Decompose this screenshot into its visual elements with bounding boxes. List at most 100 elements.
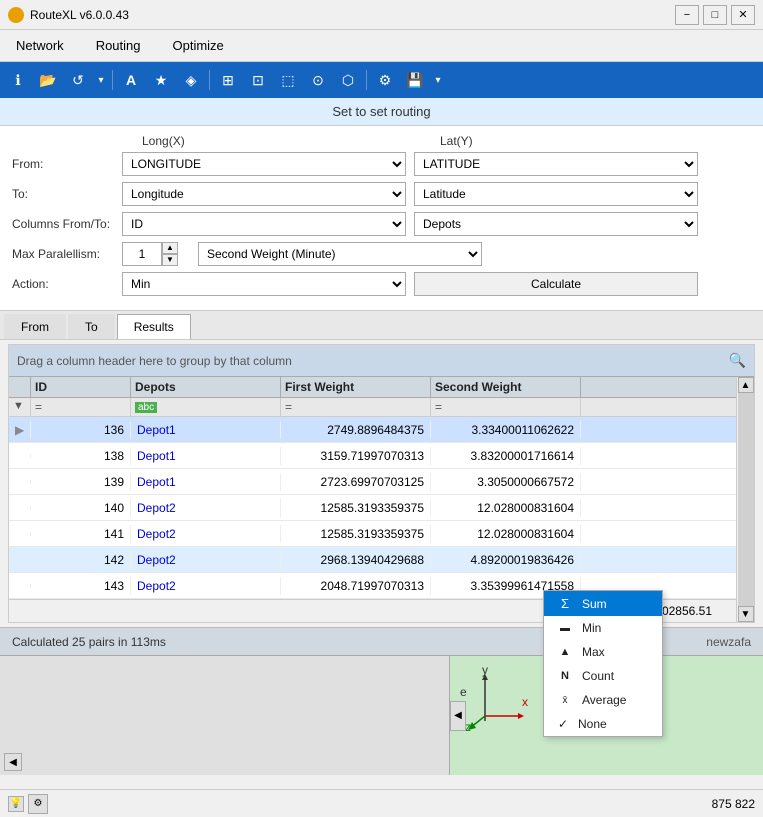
row-expand-3 — [9, 480, 31, 484]
table-row[interactable]: 142 Depot2 2968.13940429688 4.8920001983… — [9, 547, 736, 573]
toolbar-refresh[interactable]: ↺ — [64, 66, 92, 94]
maximize-button[interactable]: □ — [703, 5, 727, 25]
toolbar-circle[interactable]: ⊙ — [304, 66, 332, 94]
context-count-label: Count — [582, 669, 614, 683]
col-depots-header[interactable]: Depots — [131, 377, 281, 397]
data-grid: ID Depots First Weight Second Weight ▼ =… — [9, 377, 736, 622]
toolbar-info[interactable]: ℹ — [4, 66, 32, 94]
menu-routing[interactable]: Routing — [80, 30, 157, 61]
grid-scrollbar[interactable]: ▲ ▼ — [736, 377, 754, 622]
col-sw-header[interactable]: Second Weight — [431, 377, 581, 397]
cell-id-4: 140 — [31, 499, 131, 517]
columns-row: Columns From/To: ID Depots — [12, 212, 751, 236]
table-row[interactable]: 138 Depot1 3159.71997070313 3.8320000171… — [9, 443, 736, 469]
grid-body: ▶ 136 Depot1 2749.8896484375 3.334000110… — [9, 417, 736, 599]
title-bar: RouteXL v6.0.0.43 − □ ✕ — [0, 0, 763, 30]
cell-id-2: 138 — [31, 447, 131, 465]
spinbox-up[interactable]: ▲ — [162, 242, 178, 254]
coord-display: 875 822 — [712, 797, 755, 811]
context-menu-min[interactable]: ▬ Min — [544, 616, 662, 640]
context-min-label: Min — [582, 621, 601, 635]
table-row[interactable]: ▶ 136 Depot1 2749.8896484375 3.334000110… — [9, 417, 736, 443]
minimize-button[interactable]: − — [675, 5, 699, 25]
toolbar-shape[interactable]: ◈ — [177, 66, 205, 94]
from-row: From: LONGITUDE LATITUDE — [12, 152, 751, 176]
expand-left-btn[interactable]: ◀ — [450, 701, 466, 731]
context-menu-none[interactable]: ✓ None — [544, 712, 662, 736]
menu-network[interactable]: Network — [0, 30, 80, 61]
search-icon[interactable]: 🔍 — [729, 352, 746, 369]
laty-header: Lat(Y) — [440, 134, 473, 148]
row-expand-5 — [9, 532, 31, 536]
section-header: Set to set routing — [0, 98, 763, 126]
lightbulb-btn[interactable]: 💡 — [8, 796, 24, 812]
col-fromto-x-select[interactable]: ID — [122, 212, 406, 236]
scroll-down-btn[interactable]: ▼ — [738, 606, 754, 622]
from-longx-select[interactable]: LONGITUDE — [122, 152, 406, 176]
to-longx-select[interactable]: Longitude — [122, 182, 406, 206]
context-menu-count[interactable]: N Count — [544, 664, 662, 688]
to-row: To: Longitude Latitude — [12, 182, 751, 206]
col-fw-header[interactable]: First Weight — [281, 377, 431, 397]
toolbar-a[interactable]: A — [117, 66, 145, 94]
cell-fw-7: 2048.71997070313 — [281, 577, 431, 595]
second-weight-select[interactable]: Second Weight (Minute) — [198, 242, 482, 266]
toolbar-box[interactable]: ⬚ — [274, 66, 302, 94]
coordinate-axes: e y x z — [460, 666, 540, 739]
tab-to[interactable]: To — [68, 314, 115, 339]
cell-depots-4: Depot2 — [131, 499, 281, 517]
context-menu-average[interactable]: x̄ Average — [544, 688, 662, 712]
toolbar-settings[interactable]: ⚙ — [371, 66, 399, 94]
cell-sw-2: 3.83200001716614 — [431, 447, 581, 465]
spinbox-down[interactable]: ▼ — [162, 254, 178, 266]
row-expand-2 — [9, 454, 31, 458]
menu-optimize[interactable]: Optimize — [157, 30, 240, 61]
filter-fw-symbol: = — [285, 400, 292, 414]
cell-sw-3: 3.3050000667572 — [431, 473, 581, 491]
toolbar-save-dd[interactable]: ▾ — [431, 66, 445, 94]
cell-depots-7: Depot2 — [131, 577, 281, 595]
max-par-spinbox: 1 ▲ ▼ — [122, 242, 178, 266]
close-button[interactable]: ✕ — [731, 5, 755, 25]
context-menu-sum[interactable]: Σ Sum — [544, 591, 662, 616]
context-menu-max[interactable]: ▲ Max — [544, 640, 662, 664]
table-row[interactable]: 140 Depot2 12585.3193359375 12.028000831… — [9, 495, 736, 521]
scroll-track[interactable] — [738, 393, 754, 606]
toolbar-open[interactable]: 📂 — [34, 66, 62, 94]
col-fromto-y-select[interactable]: Depots — [414, 212, 698, 236]
settings-btn2[interactable]: ⚙ — [28, 794, 48, 814]
tab-results[interactable]: Results — [117, 314, 191, 339]
toolbar-refresh-dd[interactable]: ▾ — [94, 66, 108, 94]
col-id-header[interactable]: ID — [31, 377, 131, 397]
toolbar-grid2[interactable]: ⊡ — [244, 66, 272, 94]
tab-from[interactable]: From — [4, 314, 66, 339]
scroll-up-btn[interactable]: ▲ — [738, 377, 754, 393]
to-laty-select[interactable]: Latitude — [414, 182, 698, 206]
toolbar-sep1 — [112, 70, 113, 90]
nav-left-btn[interactable]: ◀ — [4, 753, 22, 771]
avg-icon: x̄ — [556, 695, 574, 706]
toolbar-grid[interactable]: ⊞ — [214, 66, 242, 94]
cell-id-6: 142 — [31, 551, 131, 569]
row-expand-1[interactable]: ▶ — [9, 421, 31, 439]
filter-expand-cell[interactable]: ▼ — [9, 398, 31, 416]
app-title: RouteXL v6.0.0.43 — [30, 8, 675, 22]
from-laty-select[interactable]: LATITUDE — [414, 152, 698, 176]
table-row[interactable]: 139 Depot1 2723.69970703125 3.3050000667… — [9, 469, 736, 495]
cell-id-7: 143 — [31, 577, 131, 595]
toolbar-save[interactable]: 💾 — [401, 66, 429, 94]
cell-id-5: 141 — [31, 525, 131, 543]
toolbar-star[interactable]: ★ — [147, 66, 175, 94]
grid-group-header: Drag a column header here to group by th… — [9, 345, 754, 377]
toolbar-route[interactable]: ⬡ — [334, 66, 362, 94]
context-menu: Σ Sum ▬ Min ▲ Max N Count x̄ Average ✓ N… — [543, 590, 663, 737]
max-par-row: Max Paralellism: 1 ▲ ▼ Second Weight (Mi… — [12, 242, 751, 266]
max-par-label: Max Paralellism: — [12, 247, 122, 261]
action-select[interactable]: Min — [122, 272, 406, 296]
lower-left-panel: ◀ — [0, 656, 450, 775]
max-par-input[interactable]: 1 — [122, 242, 162, 266]
table-row[interactable]: 141 Depot2 12585.3193359375 12.028000831… — [9, 521, 736, 547]
calculate-button[interactable]: Calculate — [414, 272, 698, 296]
axes-svg: e y x z — [460, 666, 540, 736]
to-label: To: — [12, 187, 122, 201]
